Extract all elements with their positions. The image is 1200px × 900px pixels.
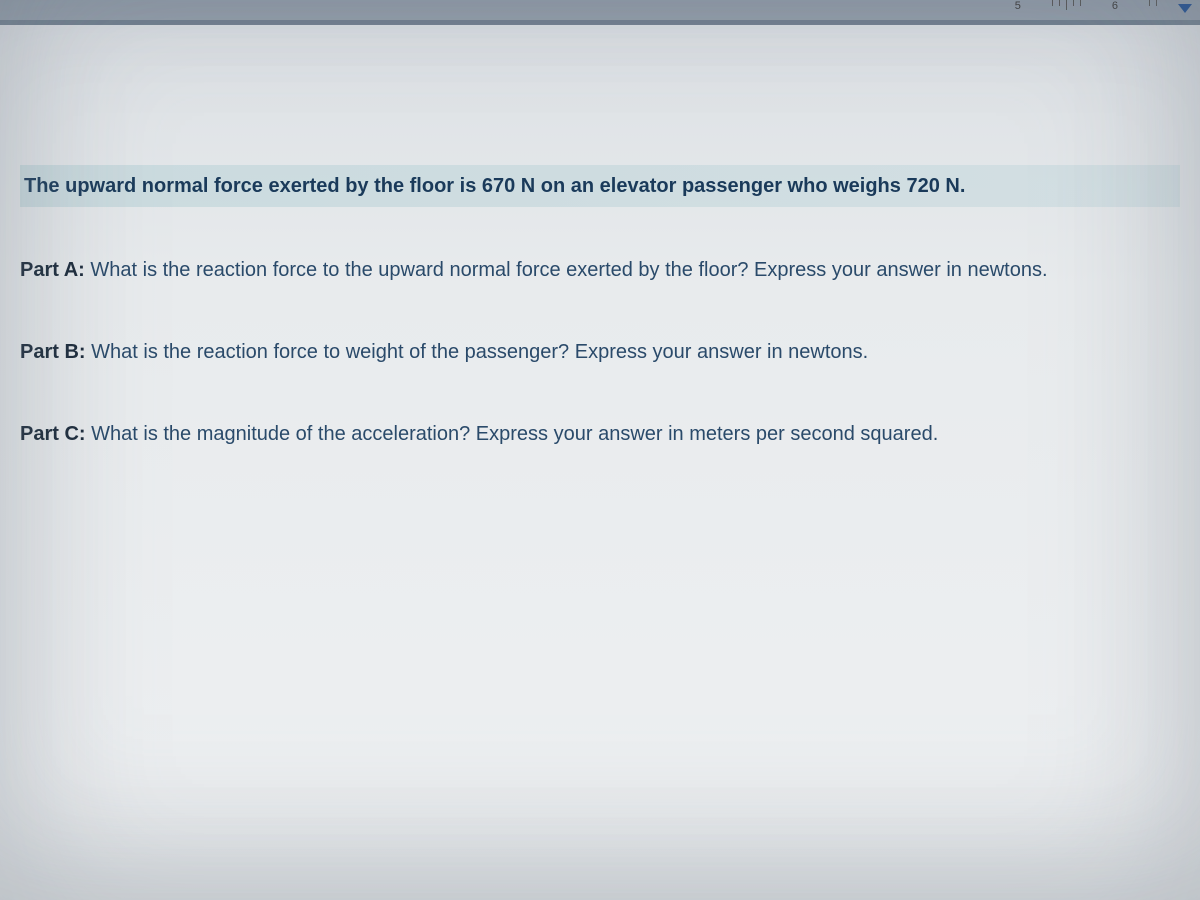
- part-a-label: Part A:: [20, 259, 85, 281]
- ruler-tick: [1052, 0, 1053, 6]
- part-b-label: Part B:: [20, 341, 86, 363]
- problem-statement: The upward normal force exerted by the f…: [24, 171, 1176, 201]
- ruler-tick: [1073, 0, 1074, 6]
- part-a: Part A: What is the reaction force to th…: [20, 255, 1180, 285]
- ruler-tick: [1059, 0, 1060, 6]
- document-page: The upward normal force exerted by the f…: [0, 25, 1200, 900]
- part-c: Part C: What is the magnitude of the acc…: [20, 419, 1180, 449]
- part-c-text: What is the magnitude of the acceleratio…: [86, 423, 939, 445]
- ruler-marks: 5 6: [987, 0, 1160, 12]
- ruler-tick: [1066, 0, 1067, 10]
- ruler-tick: [1156, 0, 1157, 6]
- ruler-tick: [1149, 0, 1150, 6]
- ruler-number-5: 5: [1015, 0, 1021, 12]
- ruler-tick: [1080, 0, 1081, 6]
- chevron-down-icon[interactable]: [1178, 4, 1192, 13]
- part-b: Part B: What is the reaction force to we…: [20, 337, 1180, 367]
- part-a-text: What is the reaction force to the upward…: [85, 259, 1048, 281]
- ruler-bar: 5 6: [0, 0, 1200, 20]
- ruler-number-6: 6: [1112, 0, 1118, 12]
- part-c-label: Part C:: [20, 423, 86, 445]
- problem-statement-highlight: The upward normal force exerted by the f…: [20, 165, 1180, 207]
- part-b-text: What is the reaction force to weight of …: [86, 341, 869, 363]
